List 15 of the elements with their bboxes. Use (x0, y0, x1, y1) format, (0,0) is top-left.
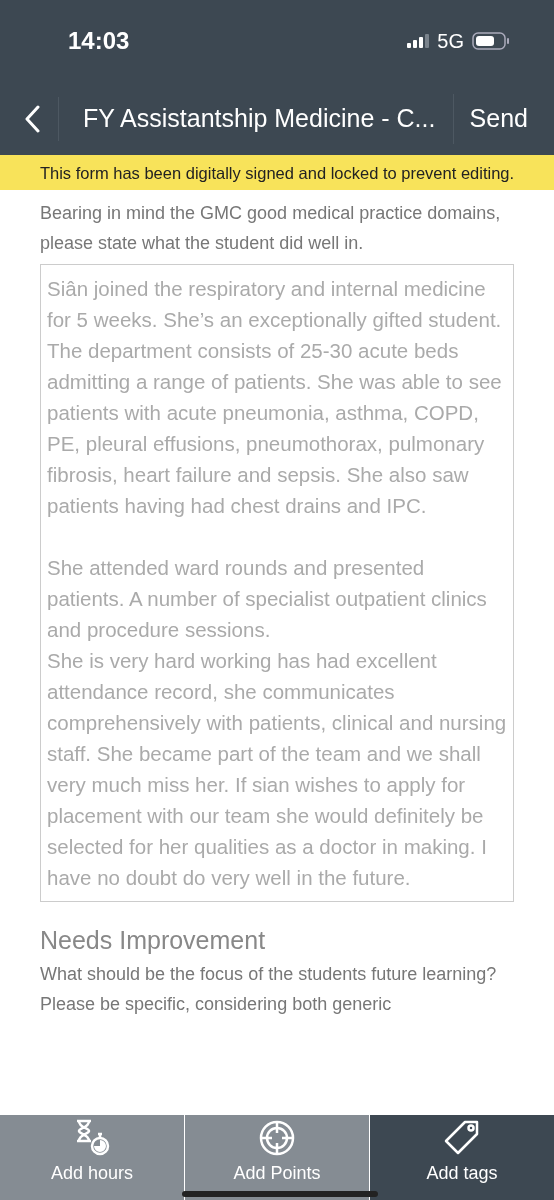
tag-icon (443, 1119, 481, 1157)
network-label: 5G (437, 29, 464, 53)
form-title: FY Assistantship Medicine - C... (82, 104, 437, 133)
question-text: What should be the focus of the students future learning? Please be specific, considering both generic (40, 963, 498, 1016)
target-icon (258, 1119, 296, 1157)
question-text: Bearing in mind the GMC good medical practice domains, please state what the student did well in. (40, 202, 502, 255)
locked-notice: This form has been digitally signed and locked to prevent editing. (0, 155, 554, 190)
status-time: 14:03 (68, 27, 130, 55)
section-heading: Needs Improvement (40, 926, 267, 955)
signal-icon (407, 34, 430, 48)
battery-icon (472, 32, 510, 50)
add-tags-tab[interactable]: Add tags (370, 1115, 554, 1200)
back-chevron-icon (24, 104, 40, 133)
send-button[interactable]: Send (452, 93, 554, 144)
answer-field: Siân joined the respiratory and internal medicine for 5 weeks. She’s an exceptionally gifted student. The department consists of 25-30 acute beds admitting a range of patients. She was able to see patients with acute pneumonia, asthma, COPD, PE, pleural effusions, pneumothorax, pulmonary fibrosis, heart failure and sepsis. She also saw patients having had chest drains and IPC. She attended ward rounds and presented patients. A number of specialist outpatient clinics and procedure sessions. She is very hard working has had excellent attendance record, she communicates comprehensively with patients, clinical and nursing staff. She became part of the team and we shall very much miss her. If sian wishes to apply for placement with our team she would definitely be selected for her qualities as a doctor in making. I have no doubt do very well in the future. (40, 264, 514, 902)
